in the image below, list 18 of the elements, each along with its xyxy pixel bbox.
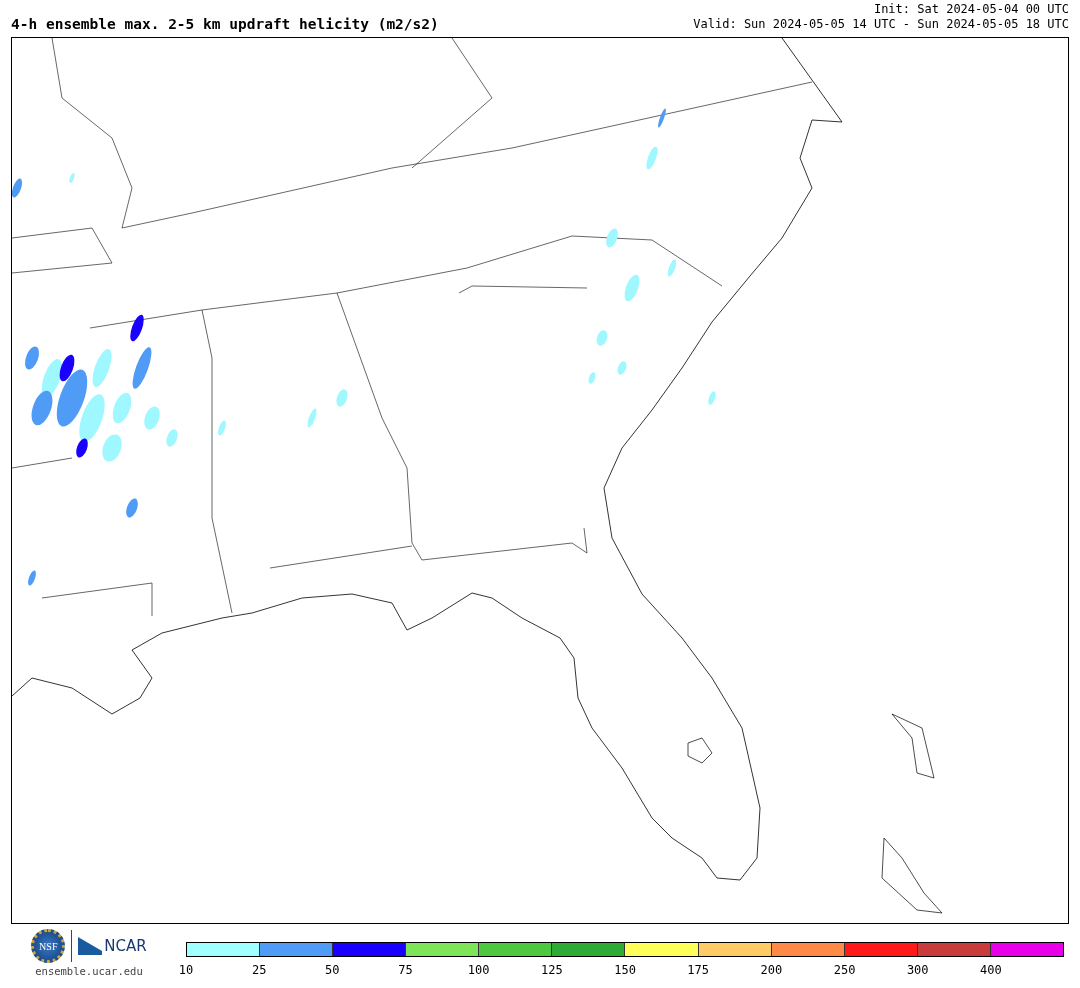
nsf-logo: NSF	[31, 929, 66, 963]
chart-title: 4-h ensemble max. 2-5 km updraft helicity (m2/s2)	[11, 16, 439, 32]
ncar-logo: NCAR	[78, 937, 147, 955]
scale-label: 125	[541, 963, 563, 977]
scale-label: 10	[178, 963, 194, 977]
scale-label: 25	[251, 963, 267, 977]
valid-time: Valid: Sun 2024-05-05 14 UTC - Sun 2024-05-05 18 UTC	[693, 17, 1069, 32]
scale-label: 100	[467, 963, 490, 977]
website-url: ensemble.ucar.edu	[35, 965, 143, 977]
scale-label: 400	[980, 963, 1002, 977]
scale-label: 250	[833, 963, 856, 977]
scale-label: 50	[325, 963, 340, 977]
scale-label: 175	[687, 963, 710, 977]
init-time: Init: Sat 2024-05-04 00 UTC	[873, 2, 1069, 17]
scale-label: 300	[906, 963, 929, 977]
scale-label: 200	[760, 963, 783, 977]
scale-label: 150	[614, 963, 636, 977]
scale-label: 75	[398, 963, 413, 977]
